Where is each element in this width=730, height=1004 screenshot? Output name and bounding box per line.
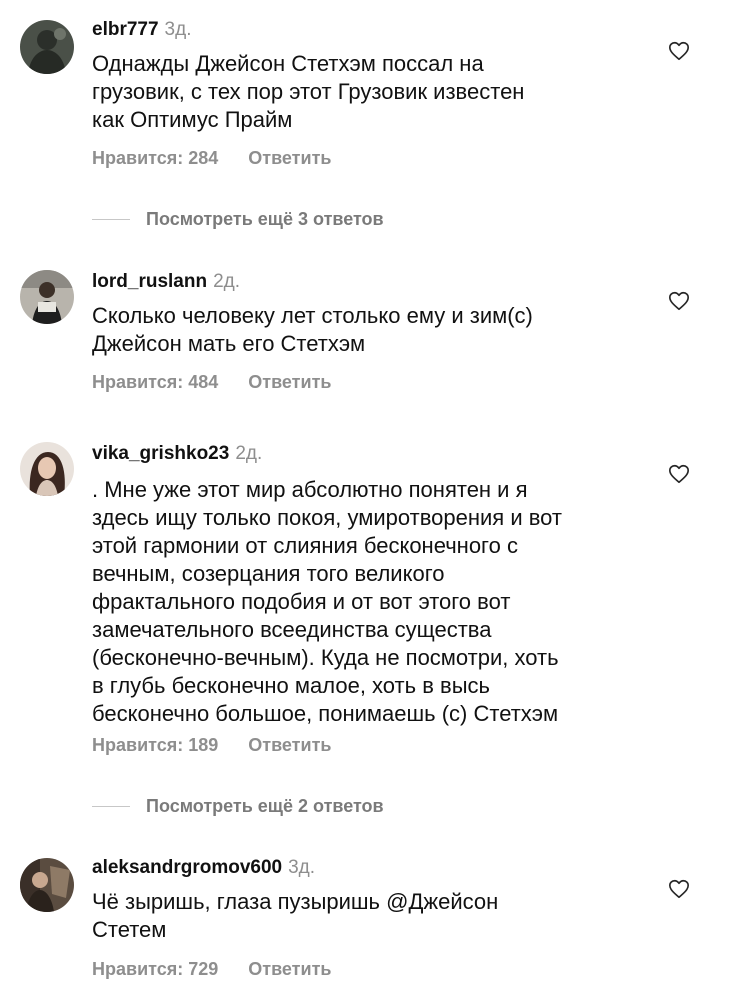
divider-line xyxy=(92,218,130,220)
username[interactable]: vika_grishko23 xyxy=(92,443,229,464)
username[interactable]: lord_ruslann xyxy=(92,271,207,292)
timestamp: 2д. xyxy=(235,443,263,464)
comment-meta: Нравится: 189 Ответить xyxy=(92,734,331,756)
comment-header: elbr777 3д. xyxy=(92,18,191,42)
avatar[interactable] xyxy=(20,442,74,496)
comment-header: aleksandrgromov600 3д. xyxy=(92,856,315,880)
avatar-image xyxy=(20,20,74,74)
avatar[interactable] xyxy=(20,20,74,74)
heart-outline-icon[interactable] xyxy=(668,290,690,312)
reply-button[interactable]: Ответить xyxy=(248,959,331,979)
comment-header: lord_ruslann 2д. xyxy=(92,270,240,294)
username[interactable]: aleksandrgromov600 xyxy=(92,857,282,878)
comment-text: . Мне уже этот мир абсолютно понятен и я… xyxy=(92,477,563,726)
username[interactable]: elbr777 xyxy=(92,19,159,40)
comment-meta: Нравится: 284 Ответить xyxy=(92,147,331,169)
comment-text: Однажды Джейсон Стетхэм поссал на грузов… xyxy=(92,51,525,132)
comment-header: vika_grishko23 2д. xyxy=(92,442,262,466)
heart-outline-icon[interactable] xyxy=(668,463,690,485)
comment-meta: Нравится: 484 Ответить xyxy=(92,371,331,393)
comment-meta: Нравится: 729 Ответить xyxy=(92,958,331,980)
divider-line xyxy=(92,805,130,807)
timestamp: 3д. xyxy=(288,857,316,878)
timestamp: 3д. xyxy=(164,19,192,40)
heart-outline-icon[interactable] xyxy=(668,878,690,900)
avatar[interactable] xyxy=(20,858,74,912)
timestamp: 2д. xyxy=(213,271,241,292)
comment-text: Сколько человеку лет столько ему и зим(с… xyxy=(92,303,533,356)
like-count[interactable]: Нравится: 284 xyxy=(92,148,218,168)
comment-text: Чё зыришь, глаза пузыришь @Джейсон Стете… xyxy=(92,889,499,942)
view-more-replies[interactable]: Посмотреть ещё 2 ответов xyxy=(92,794,384,818)
avatar-image xyxy=(20,442,74,496)
like-count[interactable]: Нравится: 729 xyxy=(92,959,218,979)
avatar-image xyxy=(20,270,74,324)
view-more-label: Посмотреть ещё 3 ответов xyxy=(146,208,384,229)
like-count[interactable]: Нравится: 189 xyxy=(92,735,218,755)
avatar-image xyxy=(20,858,74,912)
reply-button[interactable]: Ответить xyxy=(248,735,331,755)
heart-outline-icon[interactable] xyxy=(668,40,690,62)
reply-button[interactable]: Ответить xyxy=(248,148,331,168)
reply-button[interactable]: Ответить xyxy=(248,372,331,392)
avatar[interactable] xyxy=(20,270,74,324)
like-count[interactable]: Нравится: 484 xyxy=(92,372,218,392)
view-more-replies[interactable]: Посмотреть ещё 3 ответов xyxy=(92,207,384,231)
view-more-label: Посмотреть ещё 2 ответов xyxy=(146,795,384,816)
